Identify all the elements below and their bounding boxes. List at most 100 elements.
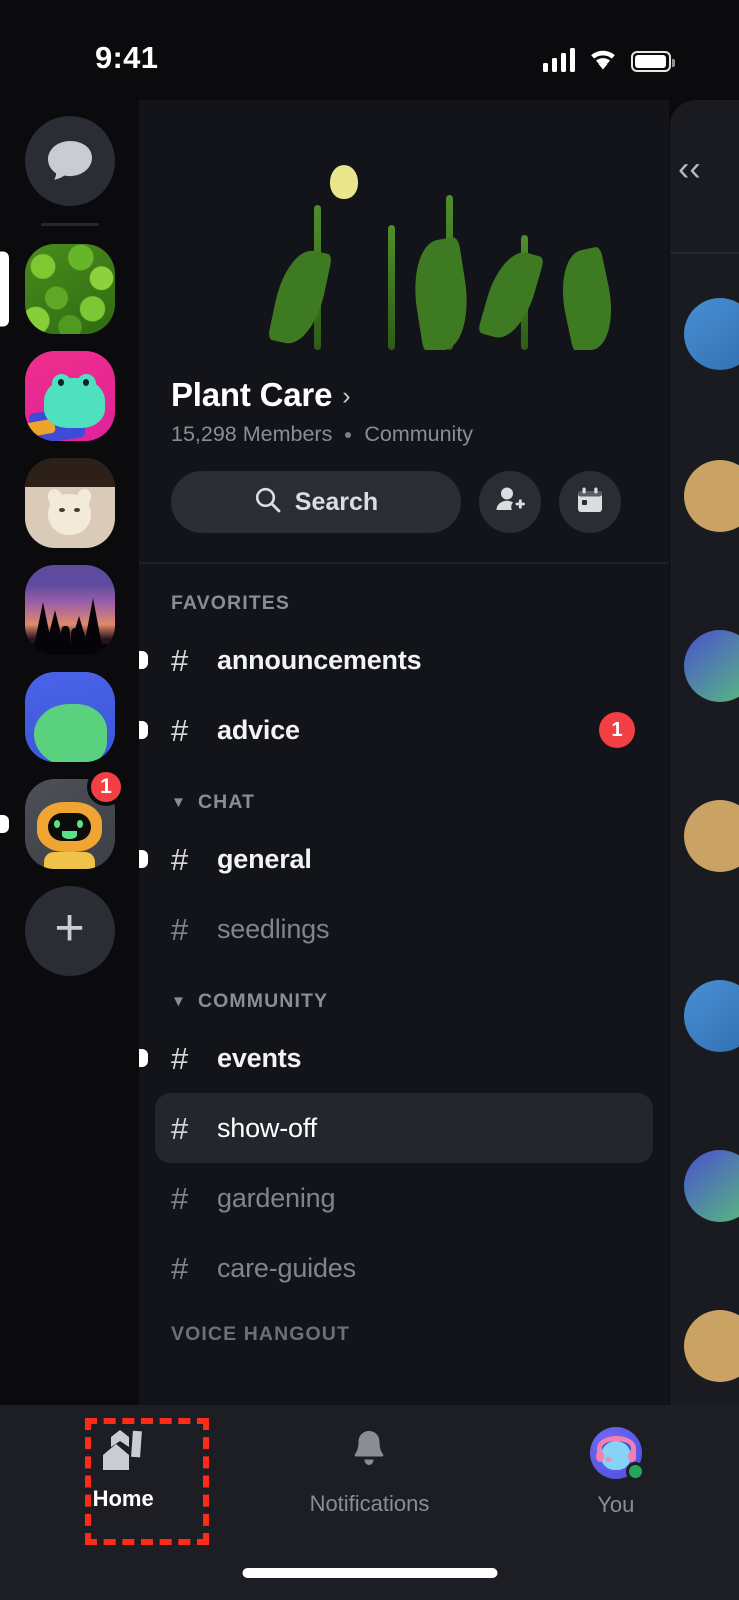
back-arrow-icon[interactable]: ‹‹ <box>678 152 701 186</box>
channel-name: show-off <box>217 1113 317 1144</box>
channel-category-community[interactable]: ▼ COMMUNITY <box>139 964 669 1023</box>
wifi-icon <box>588 48 618 72</box>
member-avatar[interactable] <box>684 980 739 1052</box>
active-server-pill <box>0 251 9 326</box>
peek-divider <box>670 252 739 254</box>
member-avatar[interactable] <box>684 630 739 702</box>
server-banner-image <box>139 100 669 350</box>
hash-icon: # <box>171 1113 217 1144</box>
hash-icon: # <box>171 844 217 875</box>
category-label: FAVORITES <box>171 592 290 615</box>
server-type: Community <box>364 422 473 447</box>
server-icon-sunset[interactable] <box>0 556 139 663</box>
status-bar-time: 9:41 <box>95 40 158 76</box>
unread-indicator <box>139 651 148 669</box>
server-name-button[interactable]: Plant Care › <box>139 350 669 414</box>
bottom-tab-bar[interactable]: Home Notifications You <box>0 1405 739 1600</box>
server-icon-frog[interactable] <box>0 342 139 449</box>
unread-server-pill <box>0 815 9 833</box>
tab-home[interactable]: Home <box>0 1405 246 1545</box>
tab-you[interactable]: You <box>493 1405 739 1545</box>
server-actions: Search <box>139 447 669 533</box>
channel-name: care-guides <box>217 1253 356 1284</box>
server-avatar <box>25 458 115 548</box>
member-avatar[interactable] <box>684 1310 739 1382</box>
search-button[interactable]: Search <box>171 471 461 533</box>
hash-icon: # <box>171 914 217 945</box>
category-label: COMMUNITY <box>198 990 328 1013</box>
server-avatar <box>25 672 115 762</box>
channel-seedlings[interactable]: # seedlings <box>155 894 653 964</box>
channel-gardening[interactable]: # gardening <box>155 1163 653 1233</box>
channel-general[interactable]: # general <box>155 824 653 894</box>
server-rail[interactable]: 1 + <box>0 100 139 1405</box>
phone-screen: 9:41 <box>0 0 739 1600</box>
chevron-down-icon: ▼ <box>171 795 187 810</box>
server-avatar <box>25 565 115 655</box>
calendar-icon <box>575 485 605 520</box>
hash-icon: # <box>171 645 217 676</box>
unread-indicator <box>139 850 148 868</box>
server-meta: Plant Care › 15,298 Members Community Se… <box>139 350 669 533</box>
channel-name: seedlings <box>217 914 329 945</box>
member-list-peek-panel[interactable]: ‹‹ <box>670 100 739 1405</box>
channel-announcements[interactable]: # announcements <box>155 625 653 695</box>
member-avatar[interactable] <box>684 460 739 532</box>
unread-indicator <box>139 1049 148 1067</box>
home-icon <box>98 1427 148 1473</box>
server-unread-badge: 1 <box>87 768 125 806</box>
dot-separator-icon <box>345 432 351 438</box>
tab-notifications[interactable]: Notifications <box>246 1405 492 1545</box>
search-label: Search <box>295 488 378 517</box>
server-title: Plant Care <box>171 376 332 414</box>
add-server-button[interactable]: + <box>0 877 139 984</box>
member-avatar[interactable] <box>684 298 739 370</box>
plus-icon: + <box>25 886 115 976</box>
unread-indicator <box>139 721 148 739</box>
status-bar-icons <box>543 42 672 72</box>
channel-show-off[interactable]: # show-off <box>155 1093 653 1163</box>
channel-name: events <box>217 1043 301 1074</box>
rail-divider <box>41 223 99 226</box>
add-server-label: + <box>54 902 84 954</box>
server-panel: Plant Care › 15,298 Members Community Se… <box>139 100 669 1405</box>
channel-category-voice-hangout[interactable]: VOICE HANGOUT <box>139 1323 669 1346</box>
user-avatar-icon <box>590 1427 642 1479</box>
dm-chat-bubble-icon <box>25 116 115 206</box>
tab-label: Notifications <box>310 1491 430 1517</box>
server-submeta: 15,298 Members Community <box>139 414 669 447</box>
server-icon-plant-care[interactable] <box>0 235 139 342</box>
server-icon-blob[interactable] <box>0 663 139 770</box>
events-button[interactable] <box>559 471 621 533</box>
channel-category-chat[interactable]: ▼ CHAT <box>139 765 669 824</box>
online-status-indicator <box>626 1462 645 1481</box>
direct-messages-button[interactable] <box>0 107 139 214</box>
channel-category-favorites[interactable]: FAVORITES <box>139 566 669 625</box>
category-label: CHAT <box>198 791 255 814</box>
channel-care-guides[interactable]: # care-guides <box>155 1233 653 1303</box>
member-avatar[interactable] <box>684 1150 739 1222</box>
cellular-signal-icon <box>543 48 576 72</box>
hash-icon: # <box>171 1043 217 1074</box>
tab-label: You <box>597 1492 634 1518</box>
channel-events[interactable]: # events <box>155 1023 653 1093</box>
invite-members-button[interactable] <box>479 471 541 533</box>
chevron-right-icon: › <box>342 384 350 409</box>
bell-icon <box>346 1427 392 1478</box>
search-icon <box>254 486 282 519</box>
hash-icon: # <box>171 1253 217 1284</box>
member-count: 15,298 Members <box>171 422 332 447</box>
channel-advice[interactable]: # advice 1 <box>155 695 653 765</box>
server-icon-cat[interactable] <box>0 449 139 556</box>
status-bar: 9:41 <box>0 0 739 100</box>
server-avatar <box>25 351 115 441</box>
hash-icon: # <box>171 715 217 746</box>
server-avatar <box>25 244 115 334</box>
server-icon-robot[interactable]: 1 <box>0 770 139 877</box>
channel-list[interactable]: FAVORITES # announcements # advice 1 ▼ C… <box>139 566 669 1405</box>
member-avatar[interactable] <box>684 800 739 872</box>
chevron-down-icon: ▼ <box>171 994 187 1009</box>
channel-name: gardening <box>217 1183 335 1214</box>
channel-mention-badge: 1 <box>599 712 635 748</box>
header-divider <box>139 562 669 564</box>
